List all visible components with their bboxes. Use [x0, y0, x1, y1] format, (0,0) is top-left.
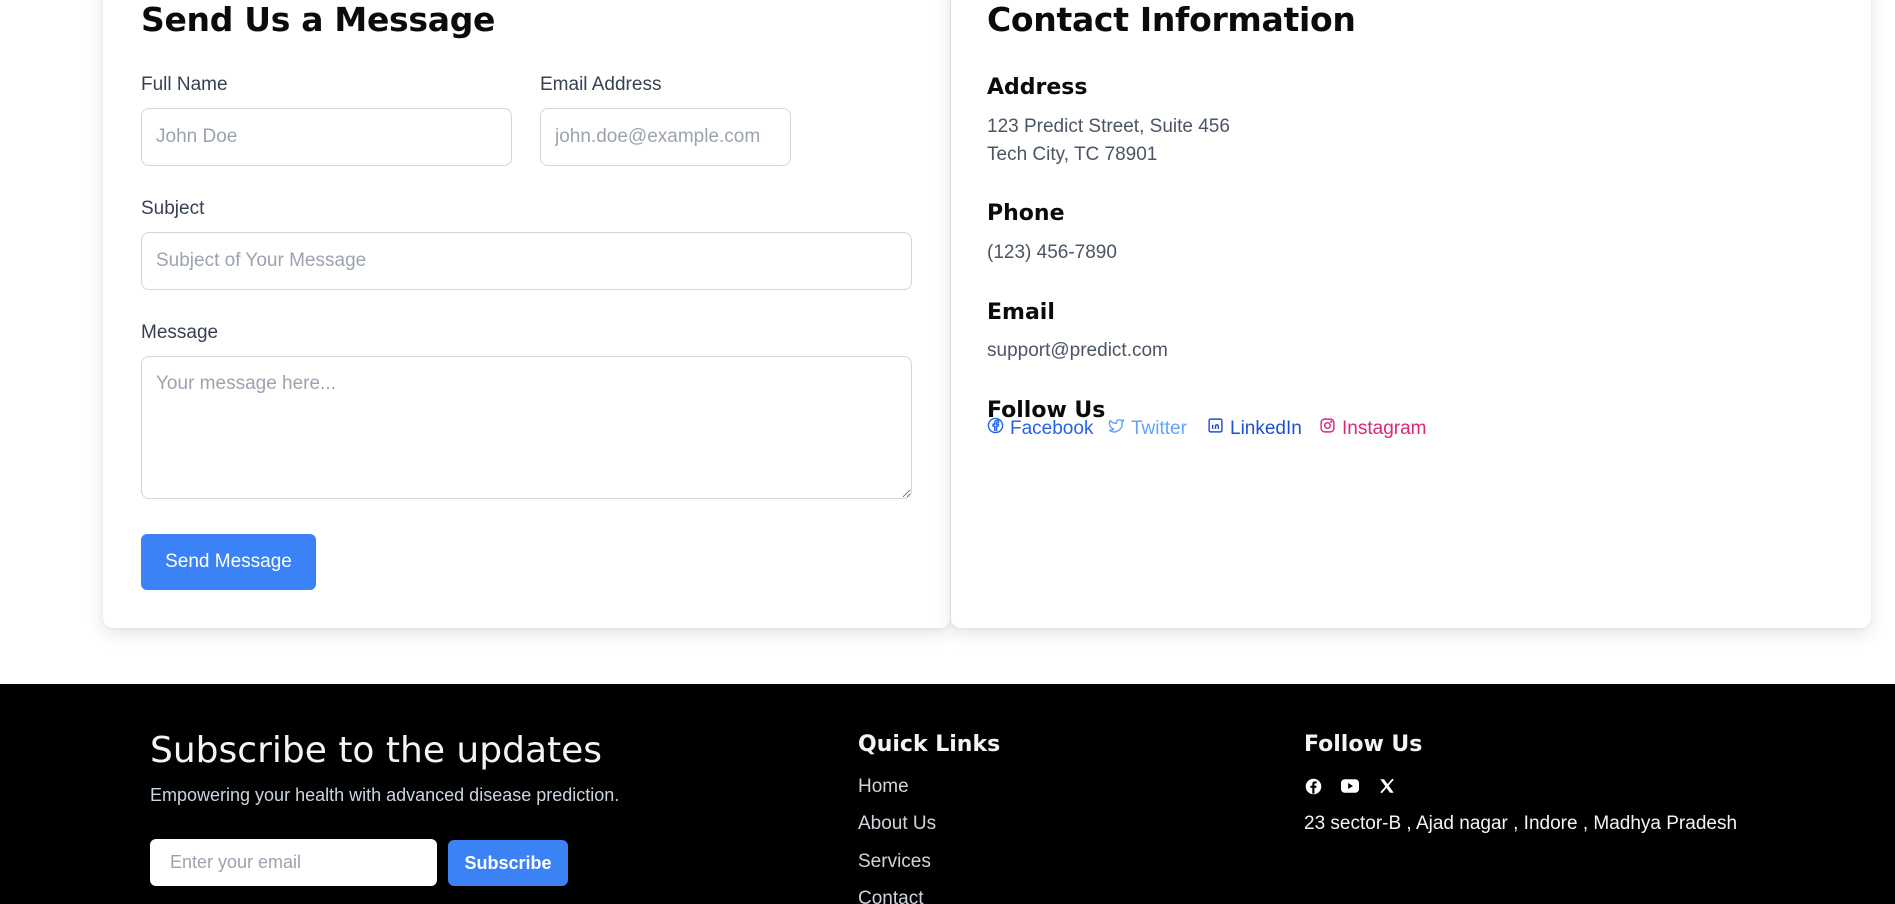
subscribe-email-input[interactable] [150, 839, 437, 886]
facebook-icon[interactable] [1303, 776, 1323, 796]
twitter-icon [1108, 417, 1125, 440]
quick-link-services[interactable]: Services [858, 851, 931, 873]
address-heading: Address [987, 75, 1088, 100]
form-title: Send Us a Message [141, 0, 496, 39]
social-label-twitter: Twitter [1131, 417, 1187, 439]
footer-address: 23 sector-B , Ajad nagar , Indore , Madh… [1304, 813, 1738, 834]
phone-heading: Phone [987, 201, 1065, 226]
social-label-facebook: Facebook [1010, 417, 1094, 439]
email-address-label: Email Address [540, 74, 662, 95]
contact-info-card: Contact Information Address 123 Predict … [951, 0, 1871, 628]
full-name-label: Full Name [141, 74, 228, 95]
subscribe-subtitle: Empowering your health with advanced dis… [150, 785, 620, 805]
quick-link-contact[interactable]: Contact [858, 888, 923, 904]
message-textarea[interactable] [141, 356, 912, 499]
subscribe-button[interactable]: Subscribe [448, 840, 568, 886]
contact-info-title: Contact Information [987, 0, 1356, 39]
social-link-instagram[interactable]: Instagram [1319, 417, 1426, 440]
full-name-input[interactable] [141, 108, 512, 166]
subject-label: Subject [141, 198, 205, 219]
social-link-linkedin[interactable]: LinkedIn [1207, 417, 1302, 440]
address-line-2: Tech City, TC 78901 [987, 144, 1158, 165]
instagram-icon [1319, 417, 1336, 440]
footer-follow-us-heading: Follow Us [1304, 732, 1423, 757]
email-address-input[interactable] [540, 108, 791, 166]
subject-input[interactable] [141, 232, 912, 290]
quick-link-about-us[interactable]: About Us [858, 813, 936, 835]
quick-link-home[interactable]: Home [858, 776, 909, 798]
address-line-1: 123 Predict Street, Suite 456 [987, 116, 1230, 137]
send-message-button[interactable]: Send Message [141, 534, 316, 590]
youtube-icon[interactable] [1340, 776, 1360, 796]
social-label-instagram: Instagram [1342, 417, 1427, 439]
subscribe-title: Subscribe to the updates [150, 730, 603, 771]
x-icon[interactable] [1377, 776, 1397, 796]
quick-links-heading: Quick Links [858, 732, 1001, 757]
social-link-facebook[interactable]: Facebook [987, 417, 1093, 440]
linkedin-icon [1207, 417, 1224, 440]
email-heading: Email [987, 300, 1055, 325]
social-label-linkedin: LinkedIn [1230, 417, 1302, 439]
social-link-twitter[interactable]: Twitter [1108, 417, 1187, 440]
message-label: Message [141, 322, 219, 343]
phone-value: (123) 456-7890 [987, 242, 1117, 263]
site-footer: Subscribe to the updates Empowering your… [0, 684, 1895, 904]
contact-form-card: Send Us a Message Full Name Email Addres… [103, 0, 950, 628]
facebook-icon [987, 417, 1004, 440]
email-value: support@predict.com [987, 340, 1168, 361]
